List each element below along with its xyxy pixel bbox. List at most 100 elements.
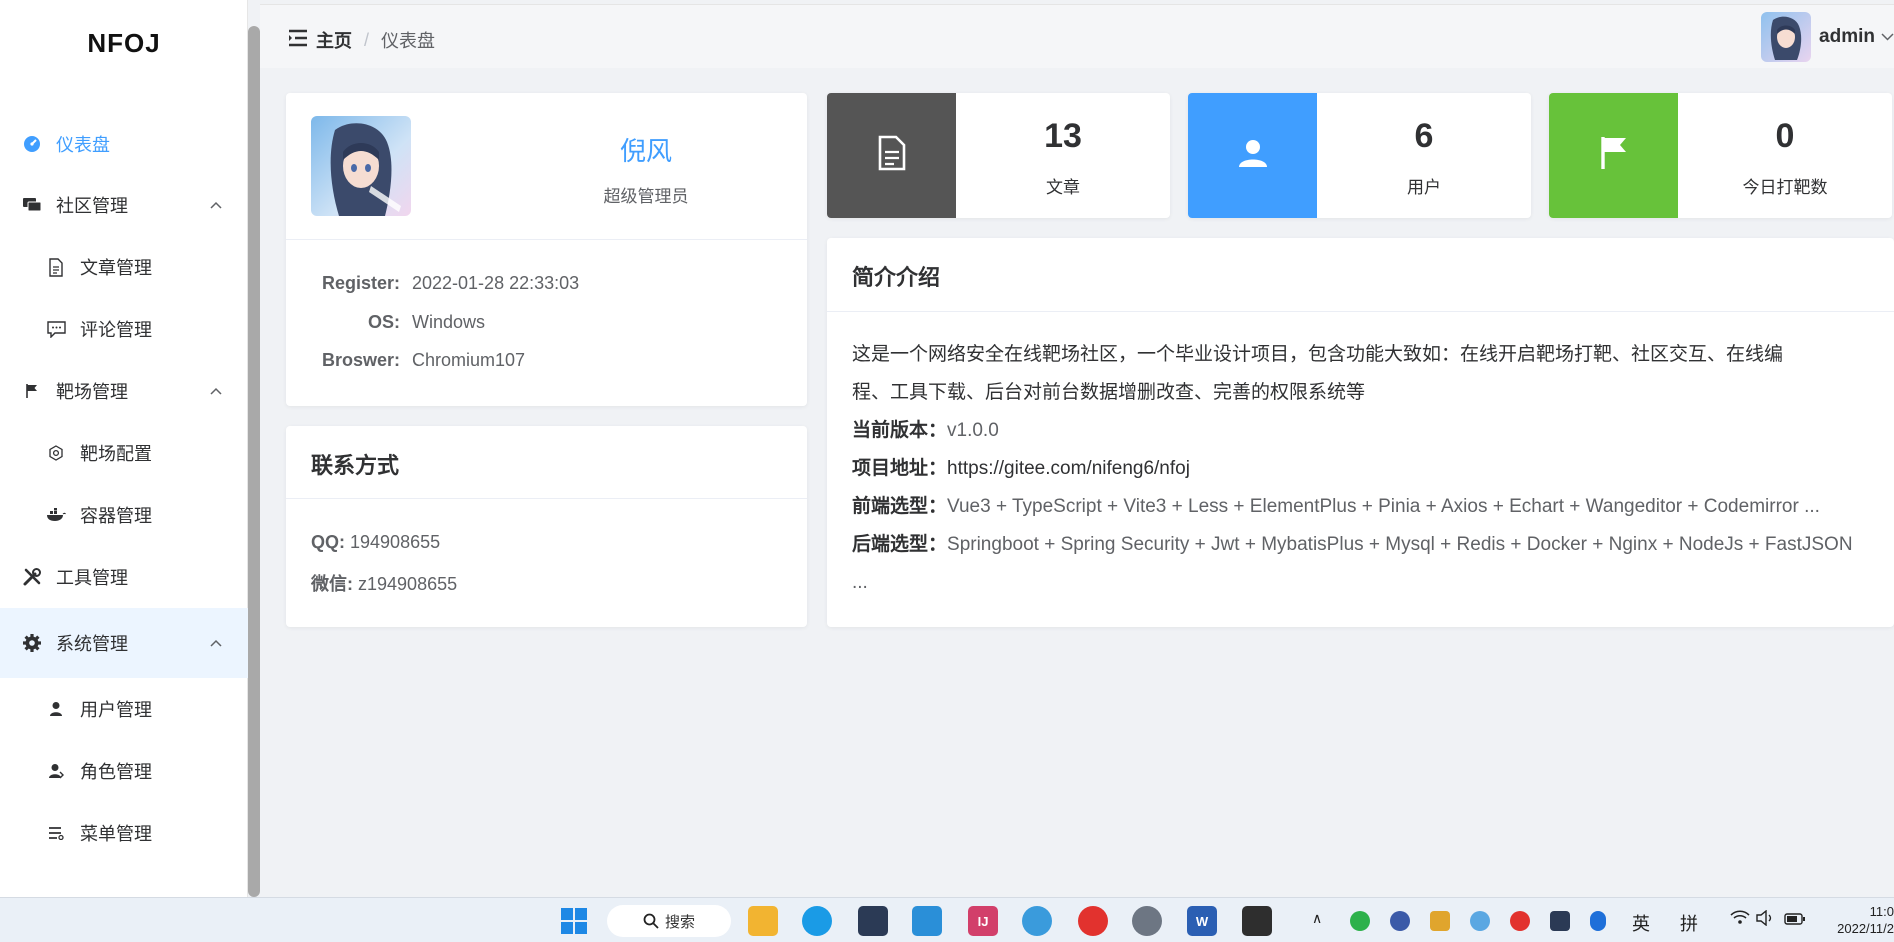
tray-app-icon[interactable] xyxy=(1550,911,1570,931)
sidebar-item-users[interactable]: 用户管理 xyxy=(0,678,248,740)
collapse-menu-icon[interactable] xyxy=(288,29,308,47)
sidebar-item-containers[interactable]: 容器管理 xyxy=(0,484,248,546)
bluetooth-icon[interactable] xyxy=(1590,911,1606,931)
version-label: 当前版本： xyxy=(852,420,948,441)
settings-icon[interactable] xyxy=(1132,906,1162,936)
repo-label: 项目地址： xyxy=(852,458,948,479)
profile-card: 倪风 超级管理员 Register: 2022-01-28 22:33:03 O… xyxy=(286,93,807,406)
user-menu[interactable]: admin xyxy=(1761,11,1894,63)
tray-expand-icon[interactable]: ∧ xyxy=(1312,910,1322,927)
chat-icon xyxy=(22,195,42,215)
intellij-icon[interactable]: IJ xyxy=(968,906,998,936)
avatar[interactable] xyxy=(1761,12,1812,62)
tray-app-icon[interactable] xyxy=(1430,911,1450,931)
app-window: NFOJ 仪表盘 社区管理 文章管理 评论管理 靶场管理 靶场配置 容器管理 工… xyxy=(0,0,1894,897)
sidebar: NFOJ 仪表盘 社区管理 文章管理 评论管理 靶场管理 靶场配置 容器管理 工… xyxy=(0,0,248,897)
sidebar-item-community[interactable]: 社区管理 xyxy=(0,174,248,236)
sidebar-item-articles[interactable]: 文章管理 xyxy=(0,236,248,298)
sidebar-item-label: 容器管理 xyxy=(80,506,152,526)
qq-value: 194908655 xyxy=(350,532,441,552)
main-content: 主页 / 仪表盘 admin 倪风 超级管理员 Register: 2022-0… xyxy=(260,0,1894,897)
system-clock[interactable]: 11:0 2022/11/2 xyxy=(1828,903,1894,937)
cat-app-icon[interactable] xyxy=(858,906,888,936)
sidebar-item-roles[interactable]: 角色管理 xyxy=(0,740,248,802)
stat-value: 0 xyxy=(1775,117,1795,155)
repo-link[interactable]: https://gitee.com/nifeng6/nfoj xyxy=(947,458,1190,479)
stat-label: 今日打靶数 xyxy=(1742,178,1828,197)
chevron-down-icon[interactable] xyxy=(1881,28,1894,46)
stat-card-articles[interactable]: 13 文章 xyxy=(827,93,1170,218)
sidebar-item-menus[interactable]: 菜单管理 xyxy=(0,802,248,864)
divider xyxy=(286,498,807,499)
settings-icon xyxy=(46,443,66,463)
vscode-icon[interactable] xyxy=(912,906,942,936)
stat-value: 13 xyxy=(1044,117,1082,155)
intro-desc-line2: 程、工具下载、后台对前台数据增删改查、完善的权限系统等 xyxy=(852,382,1366,403)
browser-app-icon[interactable] xyxy=(1022,906,1052,936)
search-icon xyxy=(643,913,659,929)
netease-tray-icon[interactable] xyxy=(1510,911,1530,931)
divider xyxy=(827,311,1894,312)
taskbar-search[interactable]: 搜索 xyxy=(607,905,731,937)
sidebar-item-label: 用户管理 xyxy=(80,700,152,720)
terminal-icon[interactable] xyxy=(1242,906,1272,936)
intro-card: 简介介绍 这是一个网络安全在线靶场社区，一个毕业设计项目，包含功能大致如：在线开… xyxy=(827,238,1894,627)
sidebar-item-dashboard[interactable]: 仪表盘 xyxy=(0,114,248,174)
breadcrumb-home[interactable]: 主页 xyxy=(316,27,352,53)
stat-icon-box xyxy=(827,93,956,218)
user-icon xyxy=(46,699,66,719)
intro-body: 这是一个网络安全在线靶场社区，一个毕业设计项目，包含功能大致如：在线开启靶场打靶… xyxy=(852,336,1869,602)
backend-label: 后端选型： xyxy=(852,534,948,555)
backend-value: Springboot + Spring Security + Jwt + Myb… xyxy=(947,534,1853,555)
wechat-tray-icon[interactable] xyxy=(1350,911,1370,931)
stat-card-users[interactable]: 6 用户 xyxy=(1188,93,1531,218)
wifi-icon[interactable] xyxy=(1730,910,1750,930)
username[interactable]: admin xyxy=(1819,26,1875,48)
browser-value: Chromium107 xyxy=(412,350,526,370)
browser-row: Broswer: Chromium107 xyxy=(286,350,807,371)
ime-language[interactable]: 英 xyxy=(1632,910,1650,936)
document-icon xyxy=(877,135,907,176)
tools-icon xyxy=(22,567,42,587)
breadcrumb-separator: / xyxy=(364,29,370,50)
volume-icon[interactable] xyxy=(1756,909,1774,931)
sidebar-item-label: 菜单管理 xyxy=(80,824,152,844)
ime-mode[interactable]: 拼 xyxy=(1680,910,1698,936)
divider xyxy=(286,239,807,240)
netease-music-icon[interactable] xyxy=(1078,906,1108,936)
chevron-up-icon[interactable] xyxy=(210,201,222,209)
comment-icon xyxy=(46,319,66,339)
os-label: OS: xyxy=(367,312,400,332)
battery-icon[interactable] xyxy=(1784,910,1806,931)
windows-start-icon[interactable] xyxy=(559,906,589,936)
wechat-label: 微信: xyxy=(311,574,353,594)
file-explorer-icon[interactable] xyxy=(748,906,778,936)
sidebar-scrollbar[interactable] xyxy=(248,26,260,897)
edge-browser-icon[interactable] xyxy=(802,906,832,936)
clock-date: 2022/11/2 xyxy=(1837,921,1894,936)
sidebar-item-range-config[interactable]: 靶场配置 xyxy=(0,422,248,484)
sidebar-item-range[interactable]: 靶场管理 xyxy=(0,360,248,422)
stat-label: 用户 xyxy=(1407,178,1441,197)
wechat-value: z194908655 xyxy=(358,574,458,594)
app-logo[interactable]: NFOJ xyxy=(0,28,248,59)
chevron-up-icon[interactable] xyxy=(210,387,222,395)
breadcrumb: 主页 / 仪表盘 xyxy=(316,27,435,53)
os-row: OS: Windows xyxy=(286,312,807,333)
frontend-row: 前端选型：Vue3 + TypeScript + Vite3 + Less + … xyxy=(852,488,1869,526)
user-icon xyxy=(1237,137,1269,174)
taskbar: 搜索 IJ W ∧ 英 拼 11:0 2022/11/2 xyxy=(0,897,1894,942)
chevron-up-icon[interactable] xyxy=(210,639,222,647)
sidebar-item-comments[interactable]: 评论管理 xyxy=(0,298,248,360)
word-icon[interactable]: W xyxy=(1187,906,1217,936)
tray-app-icon[interactable] xyxy=(1390,911,1410,931)
stat-icon-box xyxy=(1549,93,1678,218)
clock-time: 11:0 xyxy=(1869,904,1894,919)
sidebar-item-label: 工具管理 xyxy=(56,568,128,588)
stat-card-daily-attacks[interactable]: 0 今日打靶数 xyxy=(1549,93,1892,218)
top-header: 主页 / 仪表盘 admin xyxy=(260,4,1894,68)
tray-app-icon[interactable] xyxy=(1470,911,1490,931)
sidebar-item-label: 靶场配置 xyxy=(80,444,152,464)
sidebar-item-system[interactable]: 系统管理 xyxy=(0,608,248,678)
sidebar-item-tools[interactable]: 工具管理 xyxy=(0,546,248,608)
